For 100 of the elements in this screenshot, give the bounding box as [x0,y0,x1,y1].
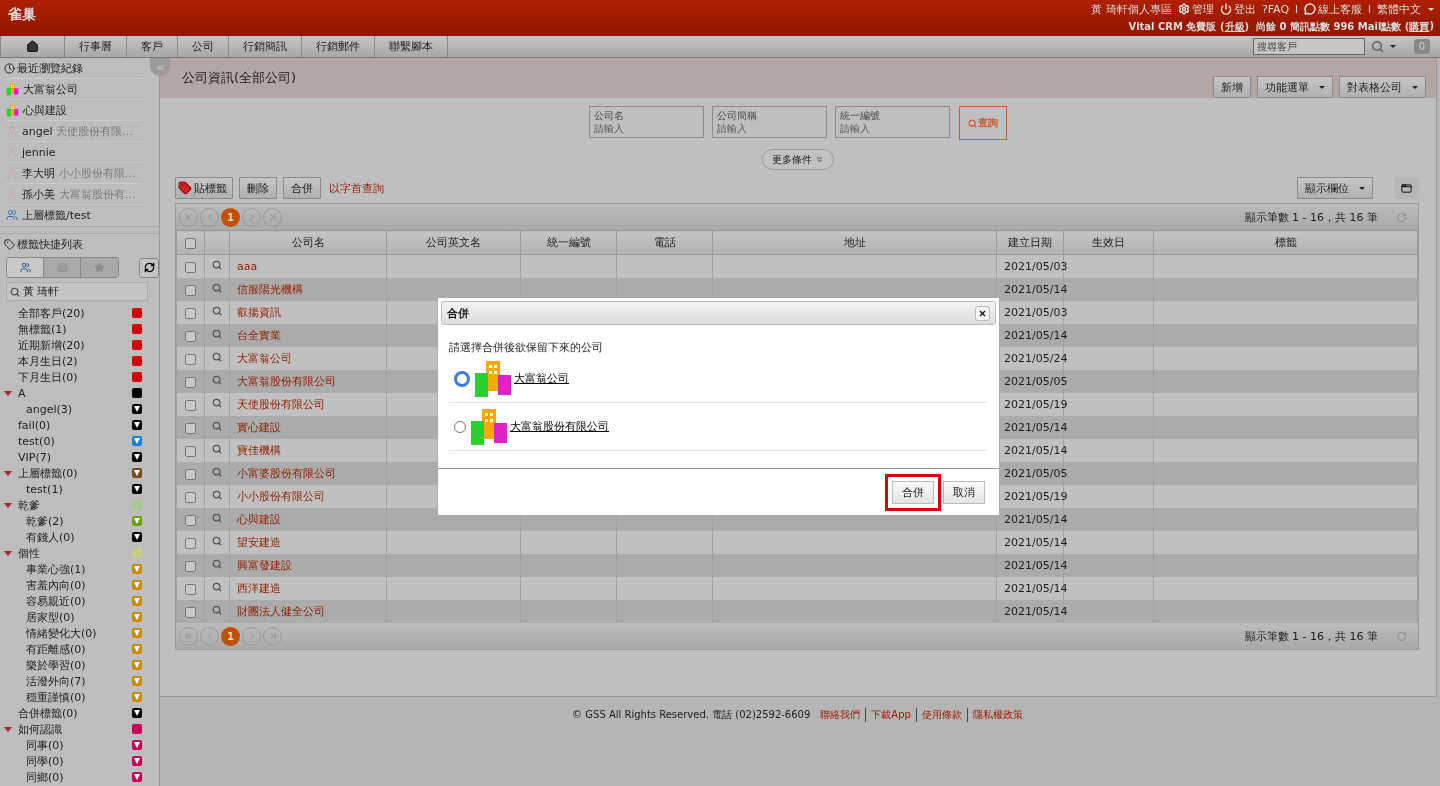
tag-label[interactable]: 近期新增(20) [18,337,132,353]
column-header[interactable]: 統一編號 [520,230,617,255]
logout-link[interactable]: 登出 [1219,1,1256,17]
filter-field[interactable]: 公司簡稱 請輸入 [712,106,827,138]
nav-tab[interactable]: 行銷簡訊 [228,36,302,57]
company-name-link[interactable]: aaa [237,260,258,273]
collapse-handle[interactable] [150,58,170,76]
company-name-link[interactable]: 興富發建設 [237,559,292,572]
company-name-link[interactable]: 實心建設 [237,421,281,434]
tag-dropdown-swatch[interactable] [132,468,142,478]
tag-label[interactable]: A [18,386,132,400]
tag-label[interactable]: test(0) [18,434,132,448]
refresh-icon[interactable] [1396,211,1407,223]
recent-item[interactable]: 上層標籤/test [6,204,142,225]
company-name-link[interactable]: 台全實業 [237,329,281,342]
tag-dropdown-swatch[interactable] [132,404,142,414]
row-checkbox[interactable] [185,422,196,434]
nav-tab[interactable]: 客戶 [126,36,178,57]
tag-label[interactable]: 穩重謹慎(0) [26,689,132,705]
nav-tab[interactable]: 行事曆 [64,36,127,57]
caret-icon[interactable] [1389,45,1396,48]
footer-link[interactable]: 下載App [865,708,916,722]
row-checkbox[interactable] [185,307,196,319]
expand-caret-icon[interactable] [4,550,12,556]
tag-dropdown-swatch[interactable] [132,772,142,782]
tag-label[interactable]: test(1) [26,482,132,496]
company-name-link[interactable]: 叡揚資訊 [237,306,281,319]
row-checkbox[interactable] [185,537,196,549]
tag-label[interactable]: 合併標籤(0) [18,705,132,721]
expand-caret-icon[interactable] [4,726,12,732]
tag-label[interactable]: 容易親近(0) [26,593,132,609]
search-icon[interactable] [212,490,222,500]
people-filter-button[interactable] [7,258,44,277]
tag-dropdown-swatch[interactable] [132,532,142,542]
search-icon[interactable] [212,375,222,385]
tag-label[interactable]: angel(3) [26,402,132,416]
customer-search-field[interactable]: 搜尋客戶 [1252,38,1365,55]
tag-dropdown-swatch[interactable] [132,628,142,638]
menu-button[interactable]: 對表格公司 [1339,76,1426,98]
row-checkbox[interactable] [185,376,196,388]
search-icon[interactable] [212,421,222,431]
row-checkbox[interactable] [185,583,196,595]
company-name-link[interactable]: 天使股份有限公司 [237,398,325,411]
tag-dropdown-swatch[interactable] [132,484,142,494]
search-icon[interactable] [212,467,222,477]
tag-dropdown-swatch[interactable] [132,596,142,606]
tag-label[interactable]: 乾爹 [18,497,132,513]
company-name-link[interactable]: 財團法人健全公司 [237,605,325,618]
filter-input[interactable]: 請輸入 [840,123,945,134]
tag-dropdown-swatch[interactable] [132,740,142,750]
nav-tab[interactable]: 聯繫腳本 [374,36,448,57]
tag-dropdown-swatch[interactable] [132,612,142,622]
search-icon[interactable] [212,329,222,339]
tag-dropdown-swatch[interactable] [132,660,142,670]
tag-label[interactable]: 有距離感(0) [26,641,132,657]
tag-dropdown-swatch[interactable] [132,452,142,462]
row-checkbox[interactable] [185,606,196,618]
search-icon[interactable] [212,283,222,293]
row-checkbox[interactable] [185,560,196,572]
star-filter-button[interactable] [81,258,118,277]
refresh-icon[interactable] [1396,630,1407,642]
company-name-link[interactable]: 西洋建造 [237,582,281,595]
more-conditions-button[interactable]: 更多條件 [762,149,834,170]
toolbar-button[interactable]: 合併 [283,177,321,199]
expand-caret-icon[interactable] [4,502,12,508]
tag-dropdown-swatch[interactable] [132,580,142,590]
toolbar-button[interactable]: 刪除 [239,177,277,199]
column-header[interactable]: 公司英文名 [386,230,521,255]
row-checkbox[interactable] [185,284,196,296]
filter-input[interactable]: 請輸入 [717,123,822,134]
account-link[interactable]: 升級 [1224,20,1245,34]
top-link[interactable]: ?FAQ [1261,2,1290,16]
footer-link[interactable]: 隱私權政策 [966,708,1028,722]
select-all-checkbox[interactable] [185,237,196,249]
filter-field[interactable]: 統一編號 請輸入 [835,106,950,138]
search-icon[interactable] [212,536,222,546]
account-link[interactable]: 購買 [1409,20,1430,34]
row-checkbox[interactable] [185,330,196,342]
tag-label[interactable]: 情緒變化大(0) [26,625,132,641]
search-icon[interactable] [212,306,222,316]
search-icon[interactable] [212,559,222,569]
row-checkbox[interactable] [185,353,196,365]
company-name-link[interactable]: 大富翁公司 [237,352,292,365]
tag-label[interactable]: 上層標籤(0) [18,465,132,481]
close-button[interactable] [975,305,990,321]
expand-caret-icon[interactable] [4,390,12,396]
tag-search-field[interactable]: 黃 琦軒 [6,282,148,301]
tag-label[interactable]: 害羞內向(0) [26,577,132,593]
recent-item[interactable]: 大富翁公司 [6,78,142,99]
company-name-link[interactable]: 寶佳機構 [237,444,281,457]
tag-dropdown-swatch[interactable] [132,692,142,702]
footer-link[interactable]: 使用條款 [915,708,967,722]
tag-dropdown-swatch[interactable] [132,564,142,574]
filter-field[interactable]: 公司名 請輸入 [589,106,704,138]
row-checkbox[interactable] [185,468,196,480]
top-link[interactable]: 黃 琦軒個人專區 [1091,1,1172,17]
search-icon[interactable] [212,398,222,408]
recent-item[interactable]: angel 天使股份有限… [6,120,142,141]
company-name-link[interactable]: 大富翁股份有限公司 [237,375,336,388]
tag-label[interactable]: 下月生日(0) [18,369,132,385]
